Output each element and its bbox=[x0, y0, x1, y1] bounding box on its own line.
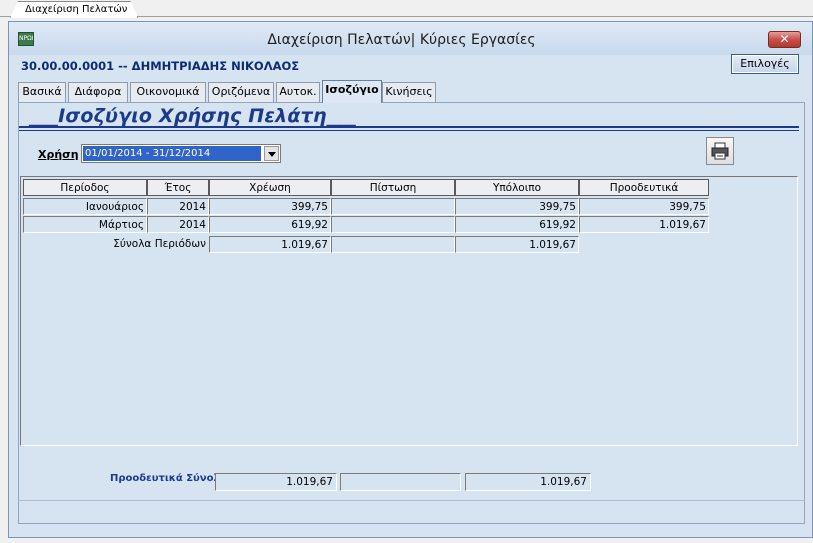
customer-code-name: 30.00.00.0001 -- ΔΗΜΗΤΡΙΑΔΗΣ ΝΙΚΟΛΑΟΣ bbox=[21, 59, 300, 73]
printer-icon bbox=[711, 142, 729, 160]
table-cell-period[interactable]: Ιανουάριος bbox=[23, 198, 147, 215]
table-cell-balance[interactable]: 399,75 bbox=[455, 198, 579, 215]
table-cell-period[interactable]: Μάρτιος bbox=[23, 216, 147, 233]
tab-basika[interactable]: Βασικά bbox=[18, 82, 66, 102]
tab-diafora[interactable]: Διάφορα bbox=[68, 82, 128, 102]
document-tabstrip: Διαχείριση Πελατών bbox=[0, 0, 813, 17]
print-button[interactable] bbox=[706, 137, 734, 165]
period-totals-debit: 1.019,67 bbox=[209, 236, 331, 253]
tab-oikonomika[interactable]: Οικονομικά bbox=[130, 82, 206, 102]
title-bar: ΝΡΩΙ Διαχείριση Πελατών| Κύριες Εργασίες… bbox=[9, 22, 812, 55]
close-icon: ✕ bbox=[779, 32, 790, 46]
period-totals-credit bbox=[331, 236, 455, 253]
table-cell-debit[interactable]: 619,92 bbox=[209, 216, 331, 233]
fiscal-year-value: 01/01/2014 - 31/12/2014 bbox=[83, 146, 261, 161]
progressive-totals-balance: 1.019,67 bbox=[465, 473, 591, 491]
tab-autok[interactable]: Αυτοκ. bbox=[276, 82, 320, 102]
customer-window: ΝΡΩΙ Διαχείριση Πελατών| Κύριες Εργασίες… bbox=[8, 21, 813, 538]
fiscal-year-select[interactable]: 01/01/2014 - 31/12/2014 bbox=[81, 144, 281, 163]
progressive-totals-debit: 1.019,67 bbox=[215, 473, 337, 491]
section-title: ___Ισοζύγιο Χρήσης Πελάτη___ bbox=[29, 105, 356, 127]
balance-grid: Περίοδος Έτος Χρέωση Πίστωση Υπόλοιπο Πρ… bbox=[20, 176, 798, 446]
close-button[interactable]: ✕ bbox=[768, 31, 801, 48]
fiscal-year-label: Χρήση bbox=[38, 148, 79, 161]
title-rule-bottom bbox=[19, 130, 799, 131]
column-header-balance: Υπόλοιπο bbox=[455, 179, 579, 196]
table-cell-progressive[interactable]: 1.019,67 bbox=[579, 216, 709, 233]
window-title: Διαχείριση Πελατών| Κύριες Εργασίες bbox=[267, 32, 536, 48]
progressive-totals-credit bbox=[340, 473, 461, 491]
document-tab[interactable]: Διαχείριση Πελατών bbox=[10, 1, 138, 18]
table-cell-year[interactable]: 2014 bbox=[147, 216, 209, 233]
table-cell-debit[interactable]: 399,75 bbox=[209, 198, 331, 215]
status-strip bbox=[18, 500, 805, 524]
tab-orizomena[interactable]: Οριζόμενα bbox=[208, 82, 274, 102]
table-cell-balance[interactable]: 619,92 bbox=[455, 216, 579, 233]
period-totals-balance: 1.019,67 bbox=[455, 236, 579, 253]
table-cell-credit[interactable] bbox=[331, 216, 455, 233]
options-button[interactable]: Επιλογές bbox=[731, 54, 799, 74]
column-header-credit: Πίστωση bbox=[331, 179, 455, 196]
period-totals-label: Σύνολα Περιόδων bbox=[113, 238, 206, 250]
column-header-year: Έτος bbox=[147, 179, 209, 196]
column-header-debit: Χρέωση bbox=[209, 179, 331, 196]
tab-isozygio[interactable]: Ισοζύγιο bbox=[322, 80, 382, 103]
title-rule-top bbox=[19, 126, 799, 128]
progressive-totals-label: Προοδευτικά Σύνολα bbox=[110, 473, 227, 484]
column-header-progressive: Προοδευτικά bbox=[579, 179, 709, 196]
column-header-period: Περίοδος bbox=[23, 179, 147, 196]
table-cell-progressive[interactable]: 399,75 bbox=[579, 198, 709, 215]
tab-kiniseis[interactable]: Κινήσεις bbox=[382, 82, 436, 102]
chevron-down-icon[interactable] bbox=[264, 146, 279, 161]
table-cell-year[interactable]: 2014 bbox=[147, 198, 209, 215]
table-cell-credit[interactable] bbox=[331, 198, 455, 215]
